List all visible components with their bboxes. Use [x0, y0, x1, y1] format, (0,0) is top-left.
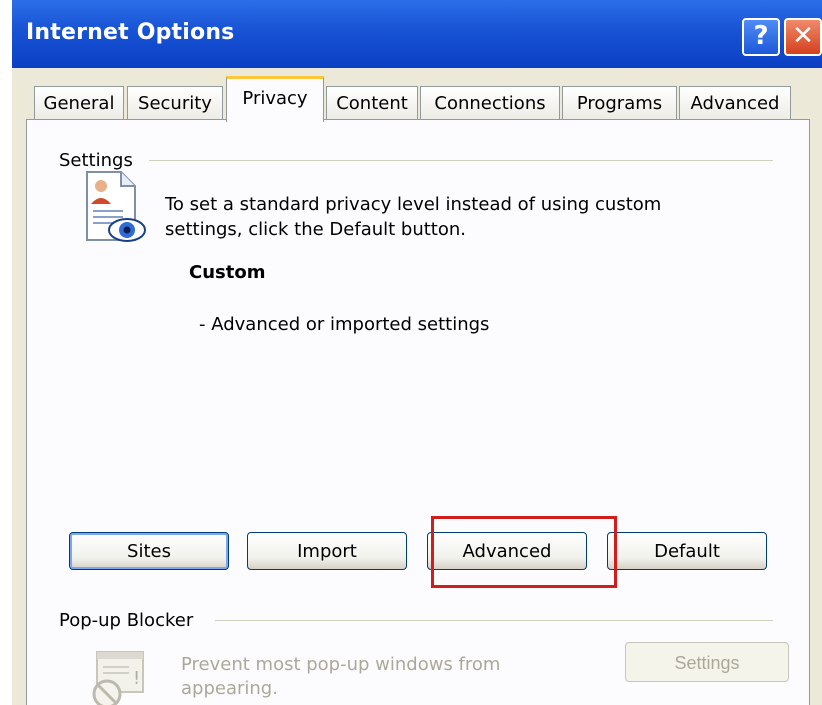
close-icon: ✕ [792, 21, 814, 51]
title-bar[interactable]: Internet Options ? ✕ [12, 0, 822, 68]
import-button[interactable]: Import [247, 532, 407, 570]
help-button[interactable]: ? [742, 18, 780, 56]
privacy-description: To set a standard privacy level instead … [165, 194, 662, 240]
close-button[interactable]: ✕ [784, 18, 822, 56]
popup-blocker-description: Prevent most pop-up windows from appeari… [181, 654, 501, 699]
tab-content[interactable]: Content [326, 86, 418, 120]
tab-programs[interactable]: Programs [562, 86, 677, 120]
question-mark-icon: ? [753, 21, 769, 51]
settings-group-label: Settings [59, 150, 133, 171]
privacy-document-eye-icon [86, 171, 146, 242]
svg-text:!: ! [133, 668, 140, 689]
window-title: Internet Options [26, 20, 235, 45]
tab-advanced[interactable]: Advanced [679, 86, 791, 120]
tab-security[interactable]: Security [127, 86, 223, 120]
internet-options-window: Internet Options ? ✕ General Security Pr… [12, 0, 822, 705]
tab-privacy[interactable]: Privacy [226, 76, 324, 122]
privacy-tab-panel: Settings To set a standard privacy level… [26, 119, 810, 705]
privacy-level-description: - Advanced or imported settings [199, 314, 490, 335]
sites-button[interactable]: Sites [69, 532, 229, 570]
default-button[interactable]: Default [607, 532, 767, 570]
privacy-level-name: Custom [189, 262, 266, 283]
popup-settings-button[interactable]: Settings [625, 642, 789, 682]
tab-strip: General Security Privacy Content Connect… [12, 76, 822, 122]
advanced-button-highlight [431, 516, 617, 588]
popup-blocked-icon: ! [92, 651, 144, 705]
popup-blocker-group-label: Pop-up Blocker [59, 610, 194, 631]
tab-connections[interactable]: Connections [420, 86, 560, 120]
settings-group-divider [149, 160, 773, 161]
popup-blocker-group-divider [215, 620, 773, 621]
tab-general[interactable]: General [34, 86, 124, 120]
